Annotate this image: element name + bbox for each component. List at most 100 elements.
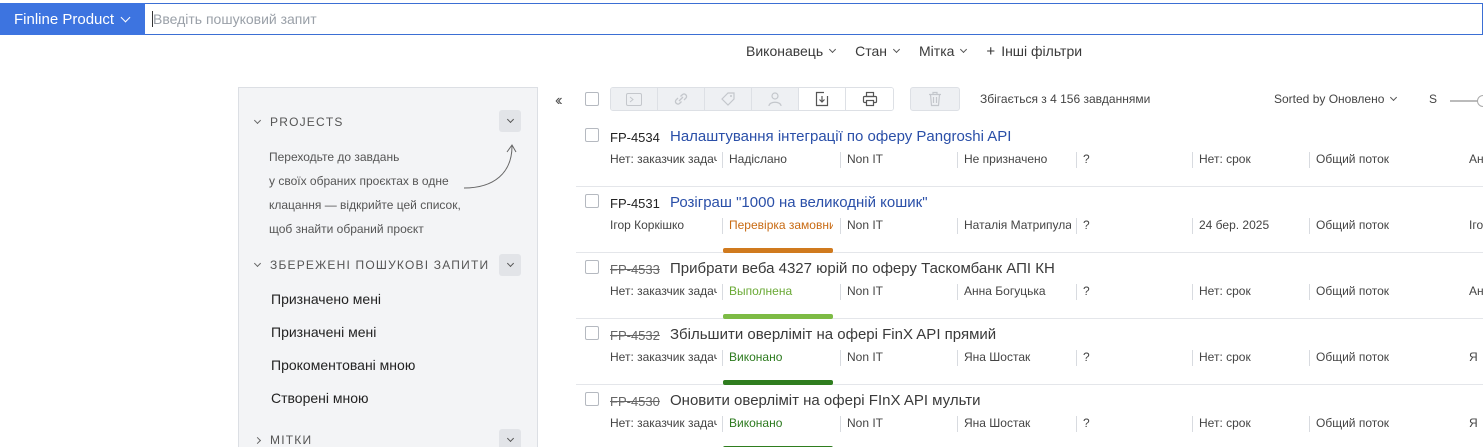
search-input[interactable]: [153, 11, 1482, 27]
task-title[interactable]: Налаштування інтеграції по оферу Pangros…: [670, 128, 1011, 145]
project-selector-button[interactable]: Finline Product: [0, 3, 145, 35]
task-checkbox[interactable]: [585, 260, 599, 274]
task-checkbox[interactable]: [585, 194, 599, 208]
size-slider-handle[interactable]: [1477, 95, 1483, 107]
saved-searches-section-title: ЗБЕРЕЖЕНІ ПОШУКОВІ ЗАПИТИ: [270, 258, 490, 272]
task-flow: Общий поток: [1309, 218, 1459, 234]
task-title[interactable]: Оновити оверліміт на офері FInX API муль…: [670, 392, 980, 409]
select-all-checkbox[interactable]: [585, 92, 599, 106]
task-checkbox[interactable]: [585, 392, 599, 406]
sort-dropdown[interactable]: Sorted by Оновлено: [1274, 92, 1398, 106]
print-button[interactable]: [846, 88, 893, 110]
task-reporter: Нет: заказчик задачи: [610, 152, 717, 166]
chevron-down-icon: [829, 45, 837, 54]
user-icon: [768, 92, 782, 107]
task-row[interactable]: FP-4530 Оновити оверліміт на офері FInX A…: [576, 385, 1483, 447]
projects-section-header[interactable]: PROJECTS: [253, 115, 344, 129]
saved-searches-section-header[interactable]: ЗБЕРЕЖЕНІ ПОШУКОВІ ЗАПИТИ: [253, 258, 490, 272]
tags-section-title: МІТКИ: [270, 433, 313, 447]
task-priority: ?: [1076, 350, 1186, 366]
task-state[interactable]: Перевірка замовником: [722, 218, 833, 234]
printer-icon: [862, 91, 877, 107]
saved-search-item[interactable]: Створені мною: [271, 390, 369, 406]
task-title[interactable]: Прибрати веба 4327 юрій по оферу Таскомб…: [670, 260, 1055, 277]
saved-searches-dropdown-button[interactable]: [499, 254, 521, 276]
task-reporter: Нет: заказчик задачи: [610, 350, 717, 364]
tag-icon: [721, 92, 735, 106]
chevron-down-icon: [506, 434, 514, 443]
curved-arrow-icon: [463, 144, 517, 189]
tags-dropdown-button[interactable]: [499, 429, 521, 447]
task-key[interactable]: FP-4530: [610, 394, 660, 409]
task-state[interactable]: Виконано: [722, 416, 833, 432]
chevron-down-icon: [960, 45, 968, 54]
chevron-down-icon: [253, 116, 262, 125]
task-assignee[interactable]: Не призначено: [957, 152, 1071, 168]
task-priority: ?: [1076, 284, 1186, 300]
task-key[interactable]: FP-4533: [610, 262, 660, 277]
task-flow: Общий поток: [1309, 152, 1459, 168]
chevron-down-icon: [253, 259, 262, 268]
task-title[interactable]: Розіграш "1000 на великодній кошик": [670, 194, 928, 211]
filter-other[interactable]: + Інші фільтри: [986, 42, 1082, 60]
export-button[interactable]: [799, 88, 846, 110]
task-due-date: Нет: срок: [1192, 416, 1302, 432]
match-count: Збігається з 4 156 завданнями: [980, 92, 1151, 106]
command-button[interactable]: [611, 88, 658, 110]
task-extra: Анн: [1469, 284, 1483, 298]
saved-search-item[interactable]: Прокоментовані мною: [271, 357, 415, 373]
chevron-down-icon: [506, 115, 514, 124]
delete-button[interactable]: [910, 87, 960, 111]
projects-hint: Переходьте до завдань у своїх обраних пр…: [269, 145, 461, 241]
task-row[interactable]: FP-4531 Розіграш "1000 на великодній коши…: [576, 187, 1483, 253]
filter-state[interactable]: Стан: [855, 42, 901, 60]
task-checkbox[interactable]: [585, 128, 599, 142]
tag-button[interactable]: [705, 88, 752, 110]
task-assignee[interactable]: Наталія Матрипула: [957, 218, 1071, 234]
bulk-actions-group: [610, 87, 894, 111]
task-priority: ?: [1076, 152, 1186, 168]
task-row[interactable]: FP-4534 Налаштування інтеграції по оферу …: [576, 121, 1483, 187]
task-due-date: Нет: срок: [1192, 350, 1302, 366]
task-assignee[interactable]: Яна Шостак: [957, 416, 1071, 432]
filter-label[interactable]: Мітка: [919, 42, 968, 60]
task-reporter: Нет: заказчик задачи: [610, 284, 717, 298]
terminal-icon: [626, 92, 642, 106]
chevron-down-icon: [120, 12, 131, 22]
chevron-down-icon: [506, 259, 514, 268]
saved-search-item[interactable]: Призначені мені: [271, 324, 376, 340]
tags-section-header[interactable]: МІТКИ: [253, 433, 313, 447]
search-box[interactable]: [145, 3, 1483, 35]
task-extra: Ан: [1469, 152, 1483, 166]
task-state[interactable]: Надіслано: [722, 152, 833, 168]
saved-search-item[interactable]: Призначено мені: [271, 291, 381, 307]
task-row[interactable]: FP-4532 Збільшити оверліміт на офері FinX…: [576, 319, 1483, 385]
task-checkbox[interactable]: [585, 326, 599, 340]
assign-button[interactable]: [752, 88, 799, 110]
task-state[interactable]: Выполнена: [722, 284, 833, 300]
filter-other-label: Інші фільтри: [1001, 43, 1083, 59]
filter-assignee-label: Виконавець: [746, 43, 824, 59]
task-type: Non IT: [840, 350, 950, 366]
collapse-sidebar-icon[interactable]: ‹‹: [555, 92, 562, 110]
link-button[interactable]: [658, 88, 705, 110]
task-title[interactable]: Збільшити оверліміт на офері FinX API пр…: [670, 326, 996, 343]
task-state[interactable]: Виконано: [722, 350, 833, 366]
task-key[interactable]: FP-4532: [610, 328, 660, 343]
task-due-date: Нет: срок: [1192, 152, 1302, 168]
projects-hint-line: Переходьте до завдань: [269, 150, 400, 164]
chevron-down-icon: [1390, 93, 1398, 102]
filter-assignee[interactable]: Виконавець: [746, 42, 837, 60]
task-key[interactable]: FP-4534: [610, 130, 660, 145]
plus-icon: +: [986, 42, 996, 60]
projects-hint-line: щоб знайти обраний проєкт: [269, 222, 424, 236]
task-key[interactable]: FP-4531: [610, 196, 660, 211]
list-toolbar: ‹‹ Збігається з 4 156 завданнями Sorted …: [552, 87, 1483, 111]
projects-dropdown-button[interactable]: [499, 110, 521, 132]
task-reporter: Ігор Коркішко: [610, 218, 685, 232]
link-icon: [674, 93, 688, 105]
task-flow: Общий поток: [1309, 350, 1459, 366]
task-assignee[interactable]: Яна Шостак: [957, 350, 1071, 366]
task-row[interactable]: FP-4533 Прибрати веба 4327 юрій по оферу …: [576, 253, 1483, 319]
task-assignee[interactable]: Анна Богуцька: [957, 284, 1071, 300]
